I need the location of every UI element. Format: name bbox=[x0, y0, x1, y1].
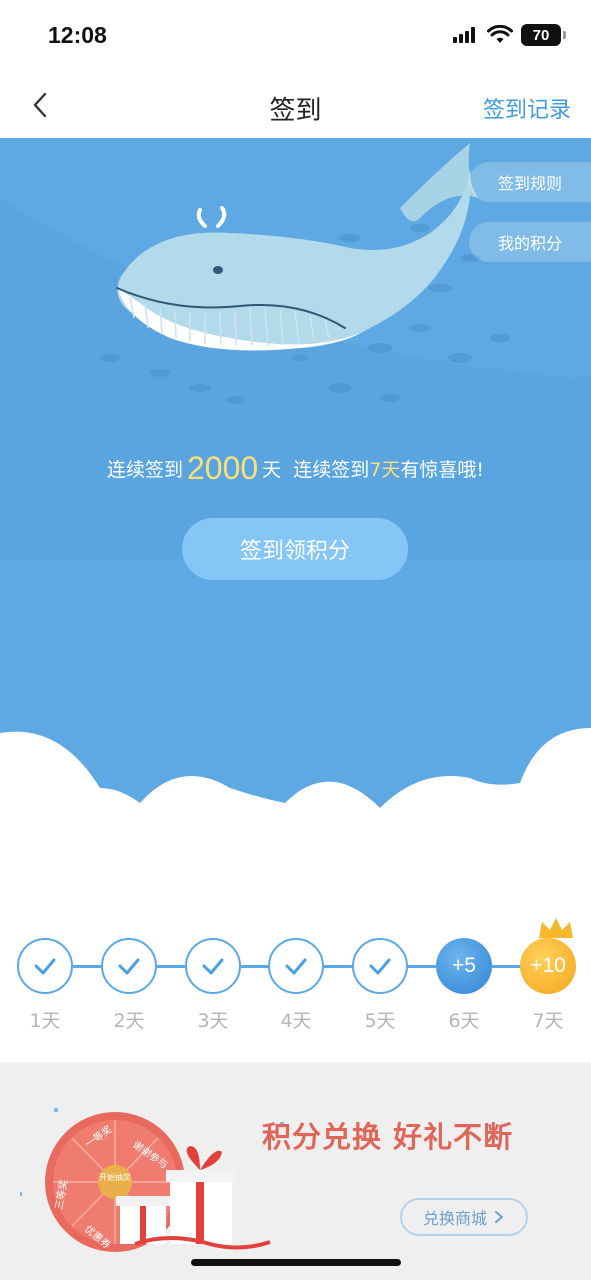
day-1 bbox=[17, 938, 73, 994]
hero-section: 签到规则 我的积分 连续签到 2000 天 连续签到7天有惊喜哦! 签到领积分 bbox=[0, 138, 591, 858]
day-7: +10 bbox=[520, 938, 576, 994]
exchange-mall-label: 兑换商城 bbox=[422, 1209, 487, 1228]
wifi-icon bbox=[487, 25, 513, 43]
checkin-progress: +5 +10 1天 2天 3天 4天 5天 6天 7天 bbox=[0, 858, 591, 1062]
streak-unit: 天 bbox=[262, 459, 282, 481]
check-icon bbox=[369, 958, 391, 975]
check-icon bbox=[118, 958, 140, 975]
day-done-circle bbox=[101, 938, 157, 994]
day-done-circle bbox=[185, 938, 241, 994]
my-points-button[interactable]: 我的积分 bbox=[469, 222, 591, 262]
progress-connector bbox=[73, 965, 101, 968]
day-label: 7天 bbox=[532, 1010, 564, 1032]
chevron-left-icon bbox=[33, 92, 47, 118]
progress-connector bbox=[241, 965, 269, 968]
signal-icon bbox=[453, 27, 475, 43]
streak-days: 2000 bbox=[186, 450, 259, 486]
home-indicator bbox=[191, 1259, 401, 1266]
check-icon bbox=[202, 958, 224, 975]
battery-level: 70 bbox=[532, 26, 550, 44]
chevron-right-icon bbox=[495, 1211, 503, 1223]
check-icon bbox=[34, 958, 56, 975]
streak-prefix: 连续签到 bbox=[106, 459, 183, 481]
day-label: 5天 bbox=[364, 1010, 396, 1032]
day-4 bbox=[268, 938, 324, 994]
day-label: 1天 bbox=[29, 1010, 61, 1032]
day-label: 3天 bbox=[197, 1010, 229, 1032]
day-label: 2天 bbox=[113, 1010, 145, 1032]
bonus-days: 7天 bbox=[369, 459, 401, 481]
streak-text: 连续签到 2000 天 连续签到7天有惊喜哦! bbox=[0, 450, 591, 487]
day-label: 6天 bbox=[448, 1010, 480, 1032]
bonus-prefix: 连续签到 bbox=[293, 459, 370, 481]
clouds-decoration bbox=[0, 728, 591, 858]
progress-connector bbox=[324, 965, 352, 968]
wheel-center: 开始抽奖 bbox=[99, 1172, 131, 1182]
exchange-mall-button[interactable]: 兑换商城 bbox=[400, 1198, 528, 1236]
day-reward-circle: +10 bbox=[520, 938, 576, 994]
points-exchange-banner[interactable]: 谢谢参与 一等奖 二等奖 三等奖 优惠券 开始抽奖 积分兑换 好礼不断 兑换商城 bbox=[0, 1062, 591, 1280]
day-done-circle bbox=[17, 938, 73, 994]
status-time: 12:08 bbox=[48, 22, 107, 48]
day-done-circle bbox=[268, 938, 324, 994]
day-done-circle bbox=[352, 938, 408, 994]
checkin-rules-button[interactable]: 签到规则 bbox=[469, 162, 591, 202]
checkin-record-link[interactable]: 签到记录 bbox=[483, 92, 571, 124]
day-5 bbox=[352, 938, 408, 994]
nav-bar: 签到 签到记录 bbox=[0, 72, 591, 138]
day-6: +5 bbox=[436, 938, 492, 994]
bonus-suffix: 有惊喜哦! bbox=[400, 459, 485, 481]
checkin-button[interactable]: 签到领积分 bbox=[182, 518, 408, 580]
back-button[interactable] bbox=[26, 90, 56, 120]
status-icons: 70 bbox=[453, 24, 566, 46]
day-3 bbox=[185, 938, 241, 994]
banner-title: 积分兑换 好礼不断 bbox=[262, 1120, 514, 1154]
day-label: 4天 bbox=[280, 1010, 312, 1032]
day-2 bbox=[101, 938, 157, 994]
progress-connector bbox=[408, 965, 436, 968]
day-reward-circle: +5 bbox=[436, 938, 492, 994]
progress-connector bbox=[157, 965, 185, 968]
status-bar: 12:08 70 bbox=[0, 0, 591, 72]
battery-icon: 70 bbox=[521, 24, 566, 46]
check-icon bbox=[285, 958, 307, 975]
progress-connector bbox=[492, 965, 520, 968]
